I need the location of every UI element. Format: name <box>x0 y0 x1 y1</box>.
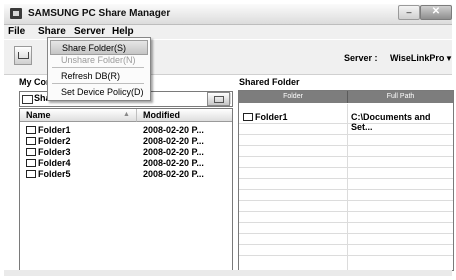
folder-icon <box>22 95 33 104</box>
shared-folder-icon <box>243 113 253 121</box>
grid-line <box>239 244 453 245</box>
menu-file[interactable]: File <box>8 26 25 37</box>
share-menu-dropdown: Share Folder(S) Unshare Folder(N) Refres… <box>47 37 151 101</box>
status-bar <box>4 270 452 276</box>
list-item-modified: 2008-02-20 P... <box>143 136 204 146</box>
shared-folder-list[interactable]: Folder Full Path Folder1 C:\Documents an… <box>238 90 454 271</box>
grid-line <box>239 134 453 135</box>
menu-share[interactable]: Share <box>38 26 66 37</box>
grid-line <box>239 189 453 190</box>
column-header-folder[interactable]: Folder <box>239 91 348 103</box>
list-item[interactable]: Folder1 <box>26 125 71 135</box>
folder-icon <box>26 170 36 178</box>
menu-item-set-device-policy[interactable]: Set Device Policy(D) <box>50 85 146 98</box>
grid-line <box>239 222 453 223</box>
column-header-full-path[interactable]: Full Path <box>348 91 453 103</box>
grid-line <box>239 156 453 157</box>
menu-item-refresh-db[interactable]: Refresh DB(R) <box>50 69 146 82</box>
app-window: SAMSUNG PC Share Manager – ✕ File Share … <box>0 0 456 280</box>
server-label: Server : <box>344 53 378 63</box>
minimize-button[interactable]: – <box>398 5 420 20</box>
grid-line <box>239 178 453 179</box>
title-bar[interactable]: SAMSUNG PC Share Manager – ✕ <box>4 4 452 25</box>
column-header-label: Modified <box>143 110 180 120</box>
up-folder-icon[interactable] <box>207 92 230 106</box>
list-item-modified: 2008-02-20 P... <box>143 158 204 168</box>
close-button[interactable]: ✕ <box>420 5 452 20</box>
list-item[interactable]: Folder3 <box>26 147 71 157</box>
grid-line <box>239 200 453 201</box>
folder-list[interactable]: Name ▲ Modified Folder1 2008-02-20 P... … <box>19 108 233 271</box>
grid-line <box>239 145 453 146</box>
grid-line <box>239 167 453 168</box>
grid-line <box>239 233 453 234</box>
menu-help[interactable]: Help <box>112 26 134 37</box>
share-tool-icon[interactable] <box>14 46 32 65</box>
left-panel-title: My Cor <box>19 77 50 87</box>
window-title: SAMSUNG PC Share Manager <box>28 8 171 19</box>
list-item-modified: 2008-02-20 P... <box>143 169 204 179</box>
list-item-modified: 2008-02-20 P... <box>143 125 204 135</box>
grid-line <box>239 211 453 212</box>
list-item-modified: 2008-02-20 P... <box>143 147 204 157</box>
folder-icon <box>26 159 36 167</box>
folder-icon <box>26 137 36 145</box>
menu-server[interactable]: Server <box>74 26 105 37</box>
app-icon <box>10 8 22 19</box>
menu-item-unshare-folder: Unshare Folder(N) <box>61 55 136 65</box>
sort-icon: ▲ <box>123 111 130 118</box>
list-item[interactable]: Folder4 <box>26 158 71 168</box>
table-row[interactable]: Folder1 <box>243 112 288 122</box>
column-header-label: Name <box>26 110 51 120</box>
grid-line <box>239 255 453 256</box>
column-header-modified[interactable]: Modified <box>137 109 232 122</box>
menu-separator <box>52 83 144 84</box>
column-header-name[interactable]: Name ▲ <box>20 109 137 122</box>
list-item[interactable]: Folder2 <box>26 136 71 146</box>
folder-icon <box>26 126 36 134</box>
column-divider <box>347 104 348 270</box>
folder-icon <box>26 148 36 156</box>
chevron-down-icon[interactable]: ▼ <box>445 54 453 63</box>
list-item[interactable]: Folder5 <box>26 169 71 179</box>
table-cell-path: C:\Documents and Set... <box>351 112 431 132</box>
server-select[interactable]: WiseLinkPro <box>390 53 444 63</box>
menu-separator <box>52 67 144 68</box>
right-panel-title: Shared Folder <box>239 77 300 87</box>
